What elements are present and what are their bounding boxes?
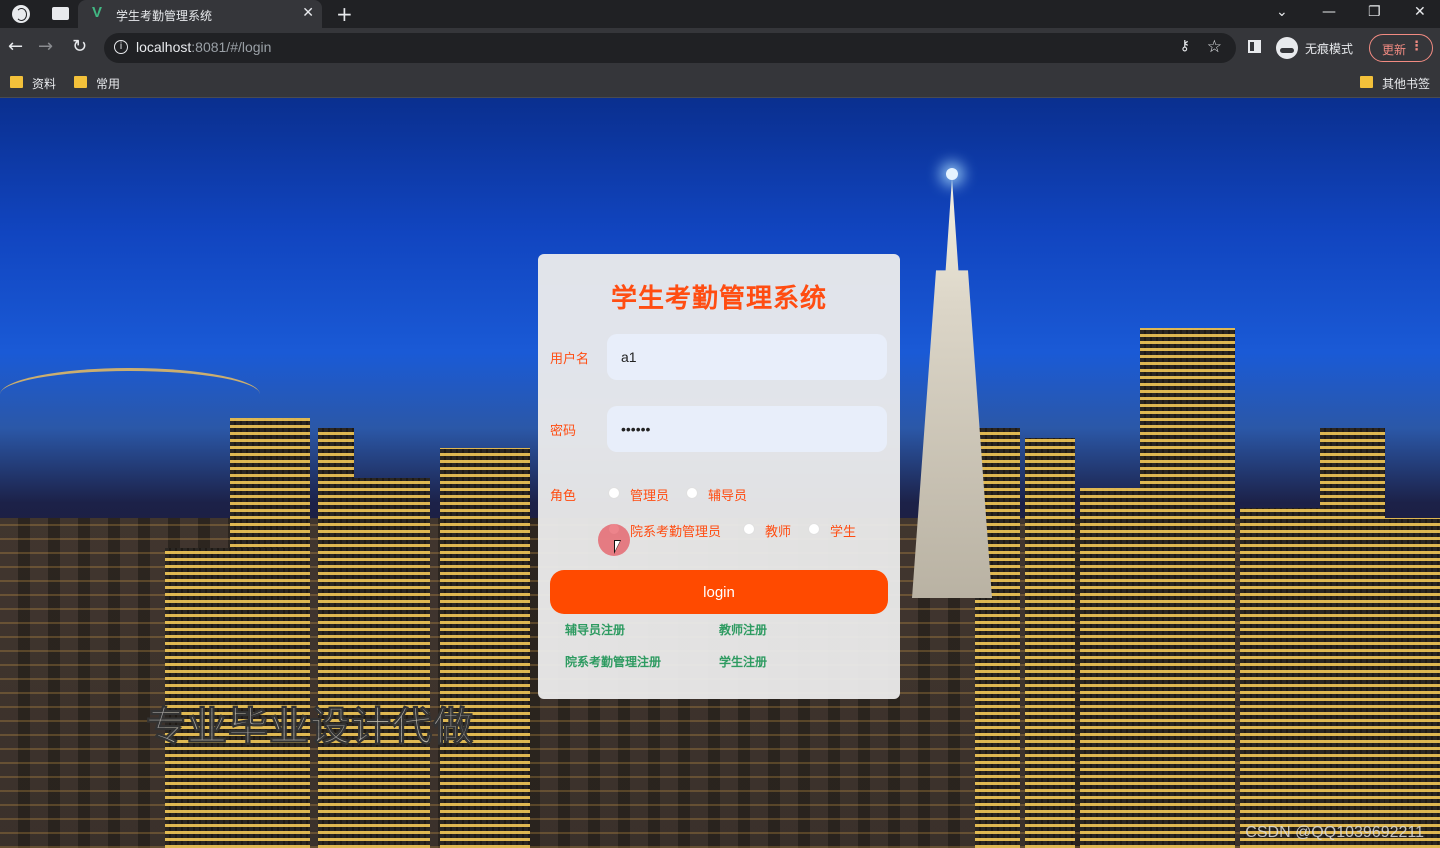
menu-icon[interactable]: ⋮ [1410,39,1423,54]
username-label: 用户名 [550,352,590,367]
tab-strip: V 学生考勤管理系统 ✕ + ⌄ — ❐ ✕ [0,0,1440,28]
counselor-register-link[interactable]: 辅导员注册 [565,621,625,638]
side-panel-icon[interactable] [1248,40,1261,53]
building [440,448,530,848]
role-radio-teacher[interactable] [743,523,755,535]
username-input[interactable] [607,334,887,380]
teacher-register-link[interactable]: 教师注册 [719,621,767,638]
building [1240,508,1320,848]
building [330,478,430,848]
password-input[interactable] [607,406,887,452]
building [1140,328,1235,848]
back-icon[interactable]: ← [8,36,23,57]
chevron-down-icon[interactable]: ⌄ [1276,4,1288,20]
folder-icon [10,76,23,88]
minimize-icon[interactable]: — [1322,4,1336,20]
incognito-icon [1276,37,1298,59]
star-icon[interactable]: ☆ [1207,37,1222,57]
role-radio-student[interactable] [808,523,820,535]
spire-light [946,168,958,180]
role-option-label: 院系考勤管理员 [630,525,722,540]
folder-icon [1360,76,1373,88]
login-page-background: 专业毕业设计代做 CSDN @QQ1039692211 学生考勤管理系统 用户名… [0,98,1440,848]
other-bookmarks-label: 其他书签 [1382,77,1431,91]
key-icon[interactable]: ⚷ [1180,38,1190,54]
building [1385,518,1440,848]
forward-icon[interactable]: → [38,36,53,57]
login-button[interactable]: login [550,570,888,614]
url-text[interactable]: localhost:8081/#/login [136,39,271,55]
close-window-icon[interactable]: ✕ [1414,4,1426,20]
new-tab-button[interactable]: + [336,2,353,26]
login-card: 学生考勤管理系统 用户名 密码 角色 管理员 辅导员 院系考勤管理员 教师 学生… [538,254,900,699]
reload-icon[interactable]: ↻ [72,36,87,57]
role-option-label: 管理员 [630,489,670,504]
bridge-lights [0,368,260,421]
department-register-link[interactable]: 院系考勤管理注册 [565,653,661,670]
role-option-label: 辅导员 [708,489,748,504]
role-label: 角色 [550,489,577,504]
tab-active[interactable]: V 学生考勤管理系统 ✕ [78,0,322,28]
folder-icon [74,76,87,88]
role-radio-counselor[interactable] [686,487,698,499]
update-button[interactable]: 更新 ⋮ [1369,34,1433,62]
page-title: 学生考勤管理系统 [610,284,827,314]
globe-icon[interactable] [12,5,30,23]
mouse-cursor-icon [614,540,621,554]
info-icon[interactable]: i [114,40,128,54]
update-label: 更新 [1382,43,1407,57]
bookmarks-bar: 资料 常用 其他书签 [0,68,1440,98]
vue-favicon-icon: V [92,4,103,21]
building [1080,488,1140,848]
student-register-link[interactable]: 学生注册 [719,653,767,670]
tab-list-icon[interactable] [52,7,69,20]
role-radio-admin[interactable] [608,487,620,499]
address-bar[interactable]: i localhost:8081/#/login ⚷ ☆ [104,33,1236,63]
incognito-label: 无痕模式 [1305,42,1354,56]
role-option-label: 学生 [830,525,857,540]
close-tab-icon[interactable]: ✕ [302,5,314,21]
bookmark-label: 资料 [32,77,57,91]
restore-icon[interactable]: ❐ [1368,4,1381,20]
bookmark-label: 常用 [96,77,121,91]
building [1025,438,1075,848]
browser-toolbar: ← → ↻ i localhost:8081/#/login ⚷ ☆ 无痕模式 … [0,28,1440,68]
transamerica-tower [912,178,992,598]
building [1320,428,1385,848]
password-label: 密码 [550,424,577,439]
source-watermark: CSDN @QQ1039692211 [1245,824,1424,841]
role-option-label: 教师 [765,525,792,540]
tab-title: 学生考勤管理系统 [116,9,213,23]
watermark-text: 专业毕业设计代做 [146,704,474,751]
